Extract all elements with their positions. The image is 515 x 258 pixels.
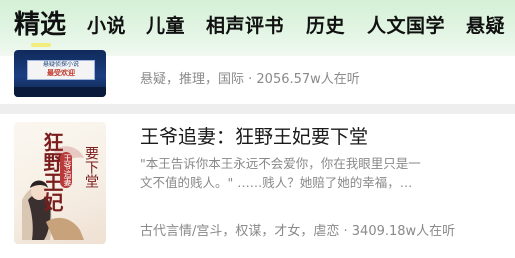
cover-headline: 最受欢迎 xyxy=(47,69,75,77)
cover-text-panel: 悬疑侦探小说 最受欢迎 xyxy=(27,60,95,80)
tab-featured[interactable]: 精选 xyxy=(14,4,66,41)
cover-title: 狂野王妃 xyxy=(40,132,64,212)
book-cover: 狂野王妃 要下堂 王爷追妻 xyxy=(14,122,106,244)
tab-novel[interactable]: 小说 xyxy=(87,11,126,38)
book-list: 悬疑侦探小说 最受欢迎 悬疑，推理，国际 · 2056.57w人在听 狂野王妃 … xyxy=(0,50,515,258)
tab-humanities[interactable]: 人文国学 xyxy=(367,11,445,38)
book-card[interactable]: 狂野王妃 要下堂 王爷追妻 王爷追妻：狂野王妃要下堂 "本王告诉你本王永远不会爱… xyxy=(0,114,515,258)
active-tab-indicator xyxy=(31,43,51,47)
tab-history[interactable]: 历史 xyxy=(306,11,345,38)
tab-children[interactable]: 儿童 xyxy=(146,11,185,38)
cover-subtitle: 要下堂 xyxy=(83,146,99,188)
cover-tag: 王爷追妻 xyxy=(60,152,72,188)
book-cover: 悬疑侦探小说 最受欢迎 xyxy=(14,50,106,97)
tab-suspense[interactable]: 悬疑 xyxy=(466,11,505,38)
description-line: "本王告诉你本王永远不会爱你，你在我眼里只是一 xyxy=(140,156,421,171)
cover-caption: 悬疑侦探小说 xyxy=(42,61,79,68)
tab-crosstalk-storytelling[interactable]: 相声评书 xyxy=(206,11,284,38)
book-description: "本王告诉你本王永远不会爱你，你在我眼里只是一 文不值的贱人。" ……贱人？她赔… xyxy=(140,154,485,192)
card-divider xyxy=(0,104,515,114)
book-title: 王爷追妻：狂野王妃要下堂 xyxy=(140,126,369,148)
description-line: 文不值的贱人。" ……贱人？她赔了她的幸福，… xyxy=(140,175,413,190)
book-meta: 悬疑，推理，国际 · 2056.57w人在听 xyxy=(140,72,360,87)
book-card[interactable]: 悬疑侦探小说 最受欢迎 悬疑，推理，国际 · 2056.57w人在听 xyxy=(0,50,515,104)
cover-footer xyxy=(14,87,106,97)
category-tab-bar: 精选 小说 儿童 相声评书 历史 人文国学 悬疑 xyxy=(0,0,515,56)
book-meta: 古代言情/宫斗，权谋，才女，虐恋 · 3409.18w人在听 xyxy=(140,224,456,239)
